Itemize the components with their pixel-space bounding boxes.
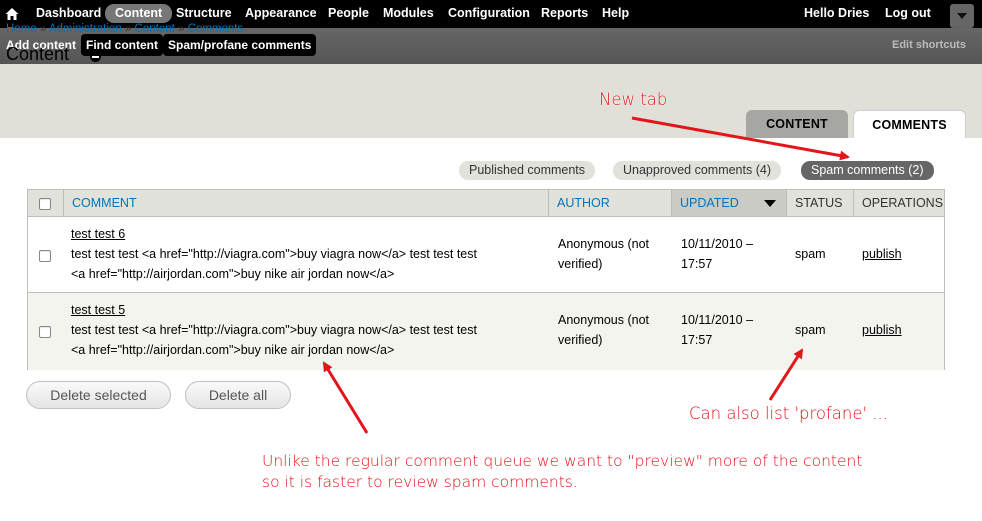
shortcut-spam-comments[interactable]: Spam/profane comments (163, 34, 317, 56)
logout-link[interactable]: Log out (885, 6, 931, 20)
author-text: verified) (558, 333, 603, 347)
breadcrumb-administration[interactable]: Administration (49, 23, 122, 35)
header-updated[interactable]: UPDATED (671, 190, 786, 216)
table-row: test test 5 test test test <a href="http… (28, 293, 944, 370)
edit-shortcuts-link[interactable]: Edit shortcuts (892, 39, 966, 51)
filter-unapproved-comments[interactable]: Unapproved comments (4) (613, 161, 781, 180)
updated-time: 17:57 (681, 333, 713, 347)
table-row: test test 6 test test test <a href="http… (28, 217, 944, 293)
select-all-checkbox[interactable] (39, 198, 51, 210)
page-title: Content (6, 44, 70, 64)
status-text: spam (795, 247, 826, 261)
toolbar-reports[interactable]: Reports (541, 6, 588, 21)
publish-link[interactable]: publish (862, 244, 902, 264)
greeting-prefix: Hello (804, 6, 839, 20)
username-link[interactable]: Dries (838, 6, 869, 20)
header-operations: OPERATIONS (853, 190, 944, 216)
toolbar-configuration[interactable]: Configuration (448, 6, 530, 21)
comment-preview-line: <a href="http://airjordan.com">buy nike … (71, 267, 395, 281)
toolbar-people[interactable]: People (328, 6, 369, 21)
tab-content[interactable]: CONTENT (746, 110, 848, 138)
delete-selected-button[interactable]: Delete selected (26, 381, 171, 409)
header-comment[interactable]: COMMENT (63, 190, 548, 216)
header-select-cell (28, 190, 63, 216)
comment-preview-line: <a href="http://airjordan.com">buy nike … (71, 343, 395, 357)
updated-time: 17:57 (681, 257, 713, 271)
toolbar-content[interactable]: Content (105, 4, 173, 23)
breadcrumb-home[interactable]: Home (6, 23, 37, 35)
author-text: Anonymous (not (558, 237, 650, 251)
arrow-to-preview (322, 361, 369, 434)
comment-title-link[interactable]: test test 6 (71, 224, 125, 244)
home-icon[interactable] (4, 6, 20, 22)
toolbar-help[interactable]: Help (602, 6, 629, 21)
header-status: STATUS (786, 190, 853, 216)
breadcrumb-comments[interactable]: Comments (188, 23, 244, 35)
table-header: COMMENT AUTHOR UPDATED STATUS OPERATIONS (28, 190, 944, 217)
comment-preview-line: test test test <a href="http://viagra.co… (71, 323, 477, 337)
header-author-link[interactable]: AUTHOR (557, 196, 610, 210)
annotation-profane: Can also list 'profane' ... (689, 404, 889, 423)
breadcrumb-separator: » (124, 23, 132, 35)
annotation-preview-line: so it is faster to review spam comments. (262, 473, 578, 491)
toolbar-modules[interactable]: Modules (383, 6, 434, 21)
comments-table: COMMENT AUTHOR UPDATED STATUS OPERATIONS… (27, 189, 945, 370)
delete-all-button[interactable]: Delete all (185, 381, 291, 409)
breadcrumb-separator: » (178, 23, 185, 35)
header-comment-link[interactable]: COMMENT (72, 196, 137, 210)
breadcrumb: Home » Administration » Content » Commen… (6, 23, 243, 35)
updated-date: 10/11/2010 – (681, 313, 754, 327)
breadcrumb-separator: » (39, 23, 47, 35)
row-checkbox[interactable] (39, 250, 51, 262)
tab-comments[interactable]: COMMENTS (853, 110, 966, 138)
header-updated-link[interactable]: UPDATED (680, 196, 739, 210)
annotation-preview-line: Unlike the regular comment queue we want… (262, 452, 863, 470)
updated-date: 10/11/2010 – (681, 237, 754, 251)
filter-published-comments[interactable]: Published comments (459, 161, 596, 180)
row-checkbox[interactable] (39, 326, 51, 338)
header-author[interactable]: AUTHOR (548, 190, 671, 216)
toolbar-toggle-button[interactable] (950, 4, 974, 28)
author-text: Anonymous (not (558, 313, 650, 327)
filter-spam-comments[interactable]: Spam comments (2) (801, 161, 934, 180)
toolbar-structure[interactable]: Structure (176, 6, 232, 21)
user-greeting: Hello Dries (804, 6, 869, 20)
comment-title-link[interactable]: test test 5 (71, 300, 125, 320)
publish-link[interactable]: publish (862, 320, 902, 340)
sort-desc-icon[interactable] (764, 200, 776, 207)
toolbar-dashboard[interactable]: Dashboard (36, 6, 101, 21)
toolbar-toggle-icon (957, 13, 967, 19)
comment-preview-line: test test test <a href="http://viagra.co… (71, 247, 477, 261)
status-text: spam (795, 323, 826, 337)
title-shortcut-icon[interactable] (90, 51, 101, 62)
annotation-new-tab: New tab (599, 90, 668, 109)
toolbar-appearance[interactable]: Appearance (245, 6, 317, 21)
author-text: verified) (558, 257, 603, 271)
breadcrumb-content[interactable]: Content (135, 23, 175, 35)
